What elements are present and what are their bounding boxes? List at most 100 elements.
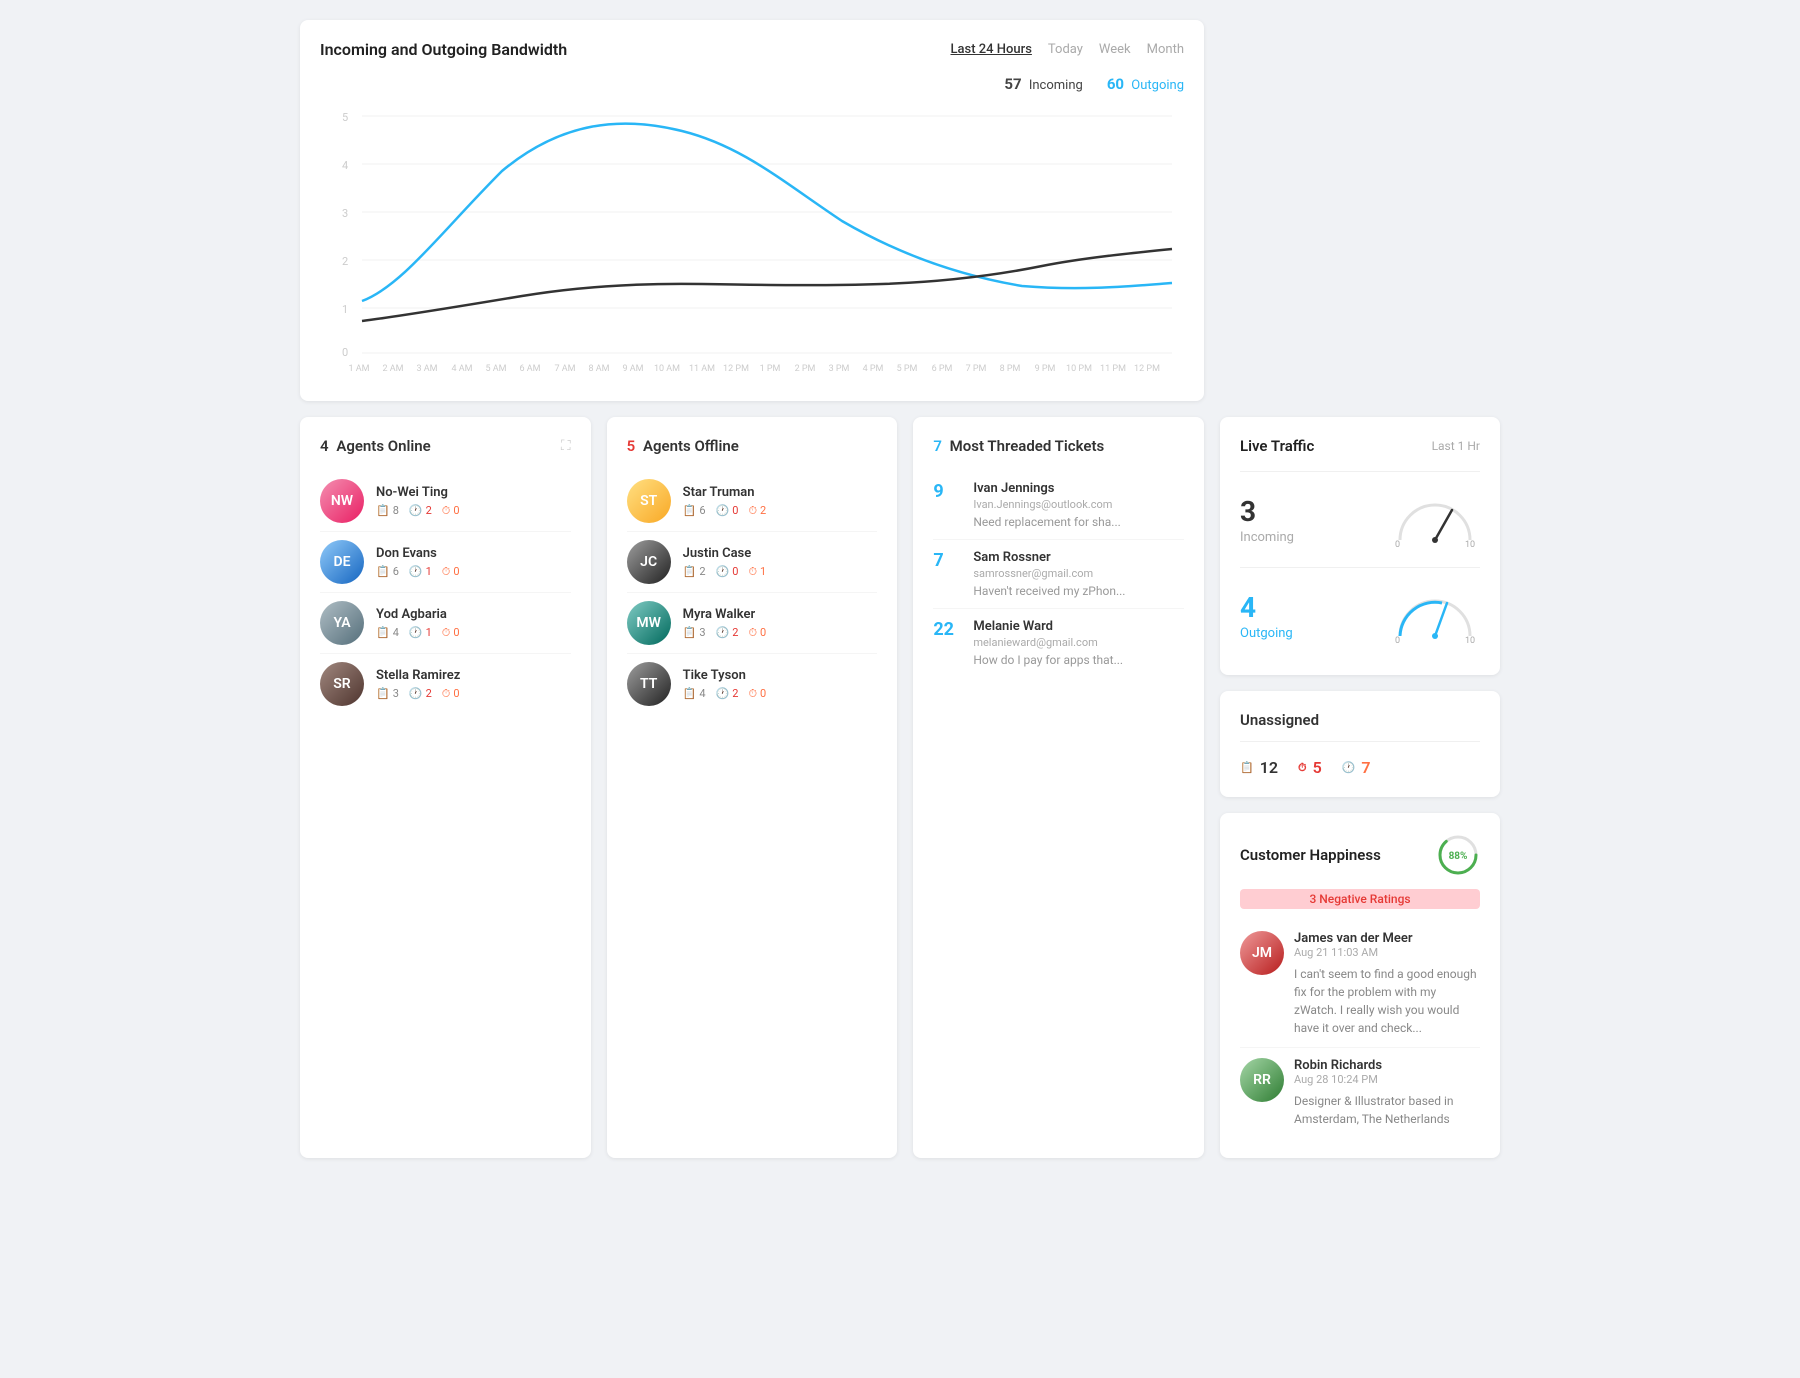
agent-offline-item: ST Star Truman 📋6 🕐0 ⏱2 (627, 471, 878, 532)
svg-text:5 AM: 5 AM (485, 364, 506, 374)
stat-urgent: 🕐2 (409, 687, 432, 701)
stat-tickets: 📋8 (376, 504, 399, 518)
agent-avatar: SR (320, 662, 364, 706)
agents-online-count: 4 (320, 437, 329, 455)
agent-initials: TT (627, 662, 671, 706)
tickets-title: 7 Most Threaded Tickets (933, 437, 1104, 455)
ticket-name: Melanie Ward (973, 619, 1184, 634)
ticket-stat-icon: 📋 (376, 504, 390, 517)
stat-urgent: 🕐2 (716, 687, 739, 701)
unassigned-ticket-count: 12 (1260, 758, 1278, 777)
ticket-preview: Haven't received my zPhon... (973, 584, 1184, 598)
agent-offline-item: TT Tike Tyson 📋4 🕐2 ⏱0 (627, 654, 878, 714)
stat-urgent: 🕐1 (409, 626, 432, 640)
stat-tickets: 📋6 (683, 504, 706, 518)
svg-text:9 AM: 9 AM (622, 364, 643, 374)
ticket-stat-icon: 📋 (683, 626, 697, 639)
agent-stats: 📋4 🕐2 ⏱0 (683, 687, 878, 701)
svg-text:10: 10 (1465, 540, 1475, 547)
agent-name: Star Truman (683, 485, 878, 500)
agent-avatar: JC (627, 540, 671, 584)
agent-name: Myra Walker (683, 607, 878, 622)
urgent-stat-icon: 🕐 (716, 565, 730, 578)
agent-info: Don Evans 📋6 🕐1 ⏱0 (376, 546, 571, 579)
agent-name: Tike Tyson (683, 668, 878, 683)
agent-initials: DE (320, 540, 364, 584)
agent-avatar: DE (320, 540, 364, 584)
agent-info: No-Wei Ting 📋8 🕐2 ⏱0 (376, 485, 571, 518)
svg-text:9 PM: 9 PM (1035, 364, 1056, 374)
bottom-grid: 4 Agents Online ⛶ NW No-Wei Ting 📋8 🕐2 ⏱… (300, 417, 1204, 1158)
review-text-1: I can't seem to find a good enough fix f… (1294, 965, 1480, 1037)
ticket-email: Ivan.Jennings@outlook.com (973, 498, 1184, 511)
filter-last24[interactable]: Last 24 Hours (951, 42, 1032, 57)
agent-avatar: YA (320, 601, 364, 645)
agent-info: Tike Tyson 📋4 🕐2 ⏱0 (683, 668, 878, 701)
agents-offline-header: 5 Agents Offline (627, 437, 878, 455)
agent-online-item: DE Don Evans 📋6 🕐1 ⏱0 (320, 532, 571, 593)
unassigned-title: Unassigned (1240, 711, 1480, 729)
agents-offline-label: Agents Offline (643, 437, 739, 455)
agents-offline-card: 5 Agents Offline ST Star Truman 📋6 🕐0 ⏱2 (607, 417, 898, 1158)
tickets-header: 7 Most Threaded Tickets (933, 437, 1184, 455)
outgoing-count: 60 (1107, 75, 1124, 93)
ticket-number: 9 (933, 481, 961, 529)
svg-text:5: 5 (342, 111, 348, 124)
agents-offline-list: ST Star Truman 📋6 🕐0 ⏱2 JC Justin Case (627, 471, 878, 714)
agents-offline-count: 5 (627, 437, 636, 455)
ticket-item: 22 Melanie Ward melanieward@gmail.com Ho… (933, 609, 1184, 677)
agent-name: Yod Agbaria (376, 607, 571, 622)
ticket-icon: 📋 (1240, 761, 1254, 774)
svg-text:11 PM: 11 PM (1100, 364, 1126, 374)
filter-week[interactable]: Week (1099, 42, 1131, 57)
ticket-stat-icon: 📋 (376, 687, 390, 700)
svg-text:10 PM: 10 PM (1066, 364, 1092, 374)
ticket-number: 22 (933, 619, 961, 667)
unassigned-tickets: 📋 12 (1240, 758, 1278, 777)
agent-online-item: NW No-Wei Ting 📋8 🕐2 ⏱0 (320, 471, 571, 532)
svg-text:7 AM: 7 AM (554, 364, 575, 374)
stat-tickets: 📋2 (683, 565, 706, 579)
agent-online-item: SR Stella Ramirez 📋3 🕐2 ⏱0 (320, 654, 571, 714)
agent-initials: MW (627, 601, 671, 645)
filter-today[interactable]: Today (1048, 42, 1083, 57)
traffic-divider-1 (1240, 471, 1480, 472)
outgoing-label: Outgoing (1131, 78, 1184, 93)
svg-text:8 AM: 8 AM (588, 364, 609, 374)
svg-text:0: 0 (1395, 540, 1400, 547)
incoming-value: 3 (1240, 495, 1294, 528)
unassigned-urgent: ⏱ 5 (1298, 758, 1322, 777)
legend-incoming: 57 Incoming (1004, 75, 1082, 93)
ticket-info: Ivan Jennings Ivan.Jennings@outlook.com … (973, 481, 1184, 529)
svg-text:3: 3 (342, 207, 348, 220)
ticket-item: 9 Ivan Jennings Ivan.Jennings@outlook.co… (933, 471, 1184, 540)
urgent-stat-icon: 🕐 (716, 687, 730, 700)
svg-text:2: 2 (342, 255, 348, 268)
svg-text:6 PM: 6 PM (932, 364, 953, 374)
filter-icon[interactable]: ⛶ (561, 438, 571, 454)
urgent-stat-icon: 🕐 (716, 626, 730, 639)
review-item-2: RR Robin Richards Aug 28 10:24 PM Design… (1240, 1048, 1480, 1138)
agents-online-header: 4 Agents Online ⛶ (320, 437, 571, 455)
happiness-title: Customer Happiness (1240, 846, 1381, 864)
agent-initials: ST (627, 479, 671, 523)
reviewer-avatar-1: JM (1240, 931, 1284, 975)
review-item-1: JM James van der Meer Aug 21 11:03 AM I … (1240, 921, 1480, 1048)
svg-text:1 PM: 1 PM (760, 364, 781, 374)
stat-tickets: 📋4 (376, 626, 399, 640)
agent-stats: 📋4 🕐1 ⏱0 (376, 626, 571, 640)
svg-text:8 PM: 8 PM (1000, 364, 1021, 374)
ticket-stat-icon: 📋 (683, 565, 697, 578)
filter-month[interactable]: Month (1147, 42, 1184, 57)
svg-text:88%: 88% (1449, 851, 1468, 862)
agent-initials: NW (320, 479, 364, 523)
ticket-number: 7 (933, 550, 961, 598)
customer-happiness-card: Customer Happiness 88% 3 Negative Rating… (1220, 813, 1500, 1158)
tickets-list: 9 Ivan Jennings Ivan.Jennings@outlook.co… (933, 471, 1184, 677)
agent-offline-item: JC Justin Case 📋2 🕐0 ⏱1 (627, 532, 878, 593)
agent-initials: YA (320, 601, 364, 645)
ticket-preview: How do I pay for apps that... (973, 653, 1184, 667)
svg-text:1 AM: 1 AM (348, 364, 369, 374)
incoming-label: Incoming (1029, 78, 1083, 93)
agents-online-label: Agents Online (336, 437, 430, 455)
